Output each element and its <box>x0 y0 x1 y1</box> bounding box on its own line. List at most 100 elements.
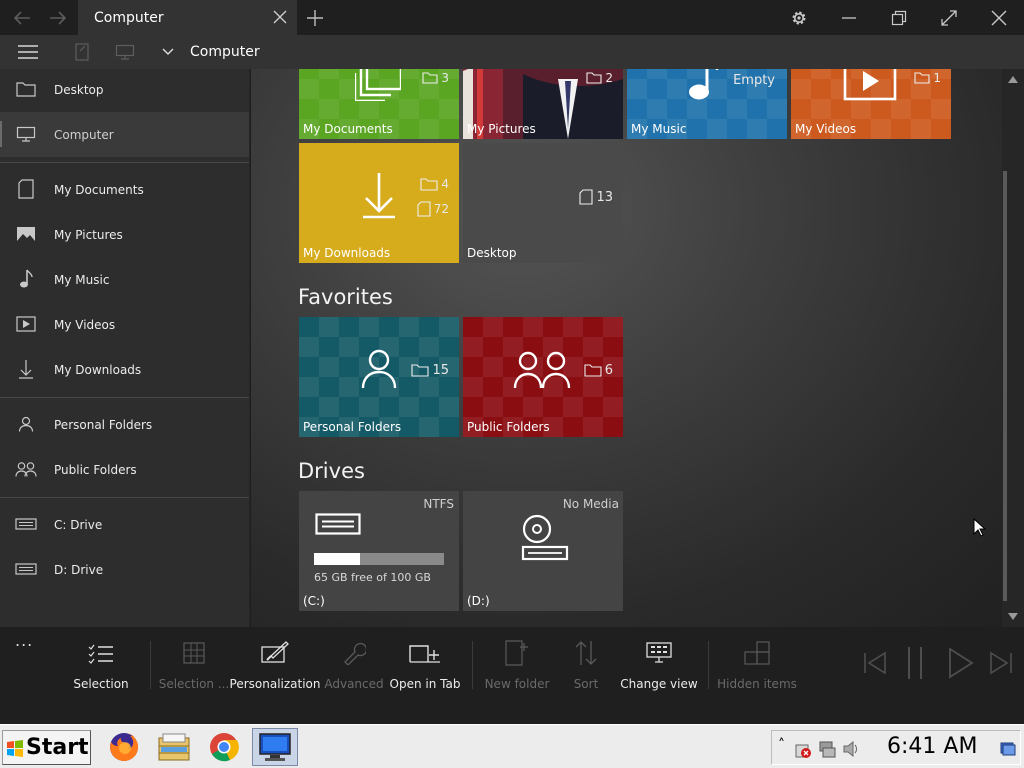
path-dropdown-button[interactable] <box>158 35 178 69</box>
advanced-button[interactable]: Advanced <box>324 635 384 705</box>
forward-button[interactable] <box>44 0 72 35</box>
tile-count-value: 72 <box>433 202 449 216</box>
tile-public-folders[interactable]: 6 Public Folders <box>463 317 623 437</box>
tile-my-videos[interactable]: 1 My Videos <box>791 69 951 139</box>
tile-count-value: 15 <box>432 363 449 378</box>
sidebar-item-label: My Documents <box>54 182 144 197</box>
taskbar-clock[interactable]: 6:41 AM <box>887 734 977 759</box>
tile-my-downloads[interactable]: 4 72 My Downloads <box>299 143 459 263</box>
ribbon-label: Selection ... <box>158 677 230 691</box>
tile-count-value: 1 <box>933 71 941 85</box>
tab-close-button[interactable] <box>271 8 289 26</box>
ribbon-separator <box>150 641 151 689</box>
sidebar-item-my-pictures[interactable]: My Pictures <box>0 212 249 257</box>
ribbon-separator <box>708 641 709 689</box>
taskbar-file-manager[interactable] <box>154 729 194 765</box>
file-cabinet-icon <box>158 733 190 761</box>
address-path[interactable]: Computer <box>190 44 260 60</box>
menu-button[interactable] <box>14 35 42 69</box>
tile-count-value: 3 <box>441 71 449 85</box>
restore-button[interactable] <box>886 0 912 35</box>
ribbon-label: Open in Tab <box>389 677 461 691</box>
start-label: Start <box>26 735 89 760</box>
change-view-button[interactable]: Change view <box>620 635 698 705</box>
more-options-button[interactable]: ... <box>15 631 33 650</box>
favorites-heading: Favorites <box>298 285 393 309</box>
tile-c-drive[interactable]: NTFS 65 GB free of 100 GB (C:) <box>299 491 459 611</box>
tablet-mode-button[interactable] <box>70 35 94 69</box>
person-icon <box>361 349 397 389</box>
documents-icon <box>355 69 401 101</box>
ribbon-label: New folder <box>484 677 550 691</box>
tab-computer[interactable]: Computer <box>78 0 297 35</box>
tile-label: Desktop <box>467 246 517 260</box>
new-tab-button[interactable] <box>302 0 328 35</box>
sidebar-item-my-documents[interactable]: My Documents <box>0 167 249 212</box>
tile-my-documents[interactable]: 3 My Documents <box>299 69 459 139</box>
play-button[interactable] <box>946 641 976 685</box>
hidden-items-button[interactable]: Hidden items <box>717 635 797 705</box>
open-in-tab-button[interactable]: Open in Tab <box>390 635 460 705</box>
main-content: 3 My Documents 2 My Pictures Empty My Mu… <box>251 69 1024 627</box>
scroll-down-button[interactable] <box>1007 610 1019 622</box>
taskbar-firefox[interactable] <box>104 729 144 765</box>
settings-button[interactable] <box>786 0 812 35</box>
tile-personal-folders[interactable]: 15 Personal Folders <box>299 317 459 437</box>
pause-button[interactable] <box>902 641 928 685</box>
taskbar-chrome[interactable] <box>204 729 244 765</box>
personalization-button[interactable]: Personalization <box>230 635 321 705</box>
tile-my-music[interactable]: Empty My Music <box>627 69 787 139</box>
tile-label: My Downloads <box>303 246 391 260</box>
minimize-button[interactable] <box>836 0 862 35</box>
sidebar-item-d-drive[interactable]: D: Drive <box>0 547 249 592</box>
fullscreen-button[interactable] <box>936 0 962 35</box>
sidebar-item-public-folders[interactable]: Public Folders <box>0 447 249 492</box>
sidebar-item-my-downloads[interactable]: My Downloads <box>0 347 249 392</box>
this-pc-button[interactable] <box>112 35 138 69</box>
tray-expand-button[interactable]: ˄ <box>778 737 785 753</box>
selection-options-button[interactable]: Selection ... <box>159 635 229 705</box>
close-window-button[interactable] <box>986 0 1012 35</box>
document-pen-icon <box>75 43 89 61</box>
network-icon[interactable] <box>818 740 836 758</box>
tile-label: (D:) <box>467 594 490 608</box>
plus-icon <box>307 9 323 26</box>
vertical-scrollbar[interactable] <box>1002 69 1024 627</box>
taskbar-active-window[interactable] <box>252 728 298 766</box>
start-button[interactable]: Start <box>2 730 91 765</box>
tile-my-pictures[interactable]: 2 My Pictures <box>463 69 623 139</box>
tile-item-count: 2 <box>586 71 613 85</box>
file-icon <box>417 201 431 217</box>
sidebar-item-c-drive[interactable]: C: Drive <box>0 502 249 547</box>
tile-desktop[interactable]: 13 Desktop <box>463 143 623 263</box>
sidebar-item-label: Public Folders <box>54 462 137 477</box>
sidebar-item-desktop[interactable]: Desktop <box>0 67 249 112</box>
tile-item-count: 3 <box>422 71 449 85</box>
tile-d-drive[interactable]: No Media (D:) <box>463 491 623 611</box>
sidebar-item-my-videos[interactable]: My Videos <box>0 302 249 347</box>
selection-button[interactable]: Selection <box>72 635 130 705</box>
sidebar-item-label: Desktop <box>54 82 104 97</box>
drive-filesystem: NTFS <box>423 497 454 511</box>
grid-select-icon <box>183 642 205 664</box>
notification-icon[interactable] <box>1000 741 1016 757</box>
security-alert-icon[interactable] <box>794 741 812 759</box>
sidebar-item-my-music[interactable]: My Music <box>0 257 249 302</box>
previous-track-button[interactable] <box>862 641 888 685</box>
next-track-button[interactable] <box>988 641 1014 685</box>
drive-usage-bar <box>314 553 444 565</box>
scroll-thumb[interactable] <box>1003 171 1007 601</box>
music-note-icon <box>15 268 37 290</box>
scroll-up-button[interactable] <box>1007 73 1019 85</box>
folder-icon <box>584 364 602 377</box>
ribbon-label: Sort <box>573 677 599 691</box>
tile-count-value: 4 <box>441 177 449 191</box>
volume-icon[interactable] <box>842 741 860 757</box>
sort-button[interactable]: Sort <box>566 635 606 705</box>
sidebar-item-personal-folders[interactable]: Personal Folders <box>0 402 249 447</box>
document-icon <box>15 178 37 200</box>
skip-next-icon <box>990 651 1012 675</box>
new-folder-button[interactable]: New folder <box>484 635 550 705</box>
back-button[interactable] <box>8 0 36 35</box>
sidebar-item-computer[interactable]: Computer <box>0 112 249 157</box>
